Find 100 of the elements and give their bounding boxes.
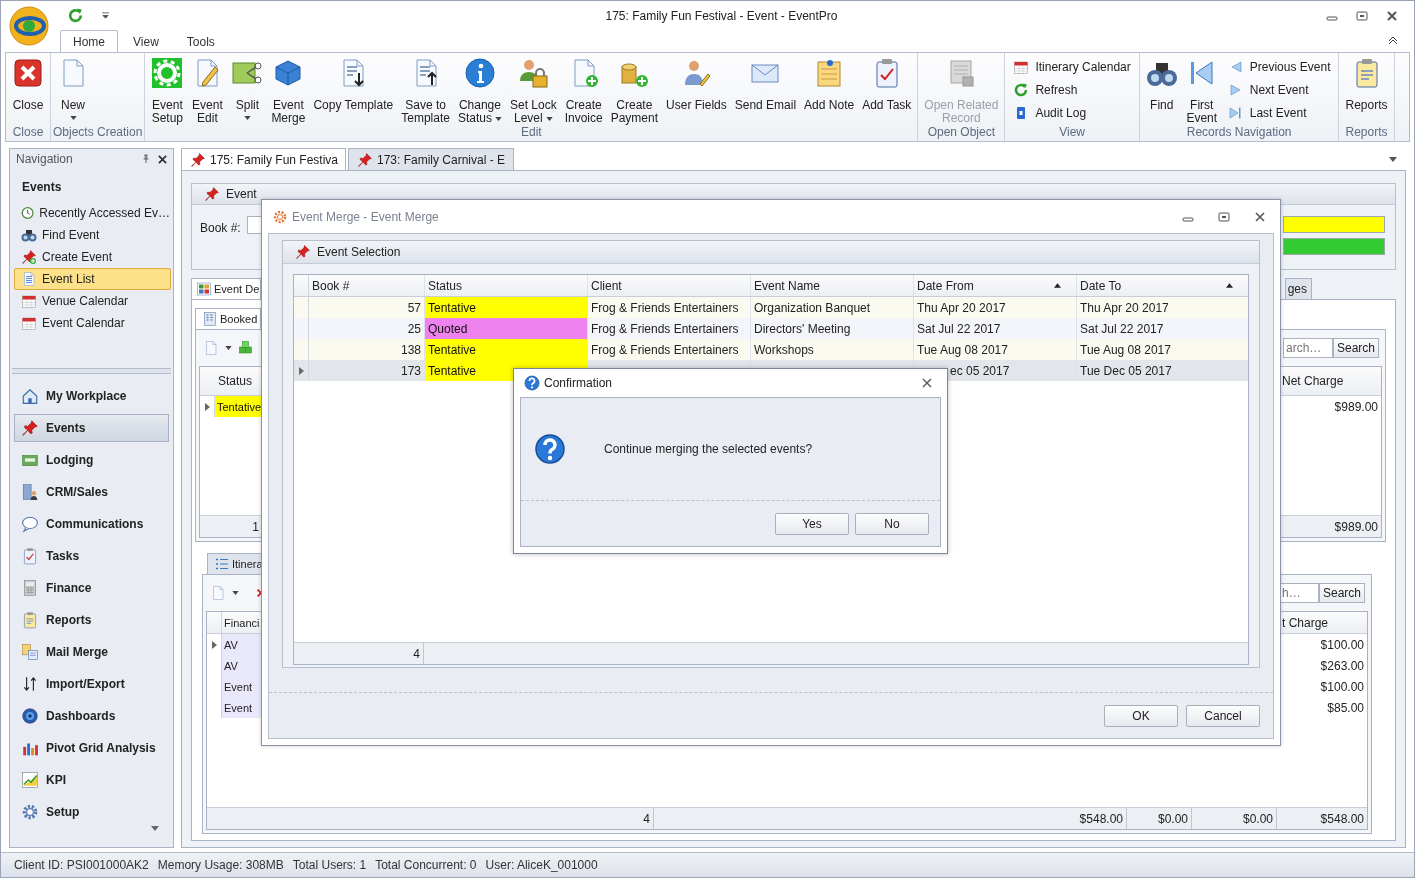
module-button[interactable]: My Workplace	[14, 382, 169, 410]
ribbon-button[interactable]: Next Event	[1227, 80, 1331, 100]
ribbon-button[interactable]: Last Event	[1227, 103, 1331, 123]
ribbon-button[interactable]: Close	[8, 57, 48, 112]
nav-item[interactable]: Event List	[14, 268, 171, 290]
chart-icon	[21, 771, 39, 789]
ribbon-tab[interactable]: Home	[60, 30, 118, 52]
calculator-icon	[21, 579, 39, 597]
nav-item[interactable]: Recently Accessed Ev…	[14, 202, 171, 224]
pin-icon	[21, 249, 37, 265]
ribbon-button[interactable]: Event Merge	[267, 57, 310, 125]
detail-tab[interactable]: Event De	[191, 278, 261, 299]
search-field[interactable]: arch…	[1282, 338, 1333, 358]
nav-item[interactable]: Event Calendar	[14, 312, 171, 334]
ribbon-button[interactable]: Previous Event	[1227, 57, 1331, 77]
module-button[interactable]: Tasks	[14, 542, 169, 570]
ribbon-button[interactable]: Add Task	[858, 57, 916, 112]
ribbon-button[interactable]: Find	[1141, 57, 1182, 112]
module-button[interactable]: Events	[14, 414, 169, 442]
ribbon-button[interactable]: Itinerary Calendar	[1013, 57, 1131, 77]
search-button[interactable]: Search	[1332, 338, 1379, 358]
ribbon-button[interactable]: Send Email	[730, 57, 801, 112]
ribbon-tab[interactable]: Tools	[173, 30, 228, 52]
group-label: Edit	[520, 125, 543, 141]
table-cell-text: $100.00	[1319, 678, 1365, 696]
calendar-icon	[21, 293, 37, 309]
document-tab[interactable]: 175: Family Fun Festiva	[181, 148, 346, 170]
module-button[interactable]: Reports	[14, 606, 169, 634]
ribbon-button[interactable]: Split	[227, 57, 268, 120]
module-button[interactable]: Lodging	[14, 446, 169, 474]
subtab[interactable]: Booked	[195, 308, 261, 329]
ribbon-button[interactable]: Refresh	[1013, 80, 1131, 100]
search-field[interactable]: h…	[1278, 583, 1319, 603]
ribbon-tab[interactable]: View	[120, 30, 172, 52]
module-button[interactable]: Dashboards	[14, 702, 169, 730]
detail-tab[interactable]: ges	[1284, 278, 1312, 299]
ribbon-button[interactable]: User Fields	[662, 57, 731, 112]
table-cell: Organization Banquet	[754, 300, 871, 315]
caret-icon[interactable]	[102, 12, 109, 19]
close-icon[interactable]	[1254, 210, 1266, 223]
module-button[interactable]: CRM/Sales	[14, 478, 169, 506]
close-icon	[12, 57, 44, 89]
close-icon[interactable]	[158, 154, 167, 164]
dialog-title: Event Merge - Event Merge	[292, 209, 439, 224]
close-icon[interactable]	[1386, 9, 1398, 22]
column-header: Net Charge	[1281, 374, 1345, 388]
ribbon-button[interactable]: Copy Template	[309, 57, 398, 112]
caret-icon[interactable]	[225, 346, 232, 350]
caret-icon[interactable]	[1389, 156, 1397, 162]
module-button[interactable]: Communications	[14, 510, 169, 538]
ribbon-button[interactable]: First Event	[1181, 57, 1222, 125]
nav-item[interactable]: Venue Calendar	[14, 290, 171, 312]
ribbon-button[interactable]: Change Status	[453, 57, 506, 125]
ribbon-button[interactable]: Add Note	[800, 57, 859, 112]
table-cell-text: $100.00	[1319, 636, 1365, 654]
yes-button[interactable]: Yes	[775, 513, 849, 535]
nav-item[interactable]: Create Event	[14, 246, 171, 268]
search-button[interactable]: Search	[1318, 583, 1365, 603]
module-button[interactable]: Setup	[14, 798, 169, 826]
close-icon[interactable]	[921, 377, 933, 389]
table-cell-text: Tue Aug 08 2017	[1079, 341, 1172, 359]
caret-icon[interactable]	[232, 591, 239, 595]
footer-cell: 4	[207, 808, 654, 829]
cancel-button[interactable]: Cancel	[1186, 705, 1260, 727]
pin-icon[interactable]	[142, 154, 150, 164]
status-text: Client ID: PSI001000AK2	[14, 858, 149, 872]
binoculars-icon	[21, 227, 37, 243]
no-button[interactable]: No	[855, 513, 929, 535]
cubes-icon[interactable]	[238, 340, 254, 356]
status-text: User: AliceK_001000	[485, 858, 598, 872]
module-button[interactable]: Finance	[14, 574, 169, 602]
house-icon	[21, 387, 39, 405]
ribbon-button[interactable]: Reports	[1341, 57, 1392, 112]
restore-icon[interactable]	[1218, 210, 1230, 223]
ribbon-button[interactable]: Create Invoice	[560, 57, 607, 125]
app-logo[interactable]	[9, 6, 49, 46]
restore-icon[interactable]	[1356, 9, 1368, 22]
collapse-icon[interactable]	[1388, 37, 1398, 45]
table-cell: Thu Apr 20 2017	[917, 300, 1006, 315]
ribbon-button[interactable]: Audit Log	[1013, 103, 1131, 123]
grid-icon	[196, 281, 212, 297]
ribbon-button[interactable]: Create Payment	[606, 57, 663, 125]
ribbon-button[interactable]: New	[53, 57, 93, 120]
table-cell: Quoted	[425, 318, 588, 339]
ok-button[interactable]: OK	[1104, 705, 1178, 727]
caret-icon[interactable]	[151, 826, 159, 831]
ribbon-button[interactable]: Event Edit	[187, 57, 228, 125]
document-tab[interactable]: 173: Family Carnival - E	[348, 148, 515, 170]
ribbon-button[interactable]: Set Lock Level	[505, 57, 561, 125]
ribbon-button[interactable]: Event Setup	[147, 57, 188, 125]
module-button[interactable]: Pivot Grid Analysis	[14, 734, 169, 762]
module-button[interactable]: Import/Export	[14, 670, 169, 698]
nav-item[interactable]: Find Event	[14, 224, 171, 246]
footer-cell-text: $548.00	[1319, 810, 1365, 828]
module-button[interactable]: KPI	[14, 766, 169, 794]
column-header: Status	[425, 275, 588, 296]
refresh-icon[interactable]	[67, 7, 84, 24]
last-icon	[1227, 105, 1244, 121]
module-button[interactable]: Mail Merge	[14, 638, 169, 666]
ribbon-button[interactable]: Save to Template	[397, 57, 454, 125]
